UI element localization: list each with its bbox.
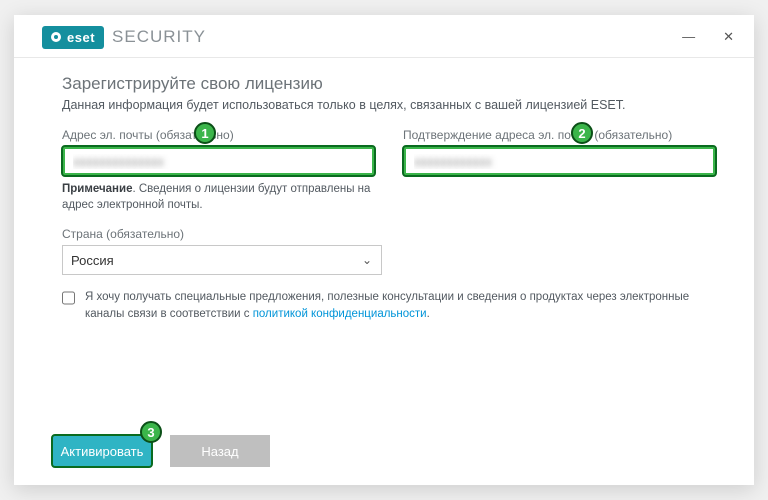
activate-wrap: Активировать 3 <box>52 435 152 467</box>
page-title: Зарегистрируйте свою лицензию <box>62 74 716 94</box>
logo-eye-icon <box>51 32 61 42</box>
email-row: Адрес эл. почты (обязательно) 1 Примечан… <box>62 128 716 213</box>
content-area: Зарегистрируйте свою лицензию Данная инф… <box>14 58 754 485</box>
callout-2: 2 <box>571 122 593 144</box>
brand-subtitle: SECURITY <box>112 27 206 47</box>
minimize-button[interactable]: — <box>678 25 699 49</box>
logo-text: eset <box>67 30 95 45</box>
footer-buttons: Активировать 3 Назад <box>14 421 754 485</box>
back-button[interactable]: Назад <box>170 435 270 467</box>
close-button[interactable]: ✕ <box>719 25 738 49</box>
back-button-label: Назад <box>201 444 238 459</box>
note-bold: Примечание <box>62 183 132 195</box>
email-column: Адрес эл. почты (обязательно) 1 Примечан… <box>62 128 375 213</box>
privacy-policy-link[interactable]: политикой конфиденциальности <box>253 308 427 320</box>
callout-1: 1 <box>194 122 216 144</box>
email-confirm-field[interactable] <box>403 146 716 176</box>
callout-3: 3 <box>140 421 162 443</box>
brand: eset SECURITY <box>42 26 206 49</box>
country-select[interactable]: Россия <box>62 245 382 275</box>
consent-text-after: . <box>427 308 430 320</box>
consent-row: Я хочу получать специальные предложения,… <box>62 289 716 322</box>
window-controls: — ✕ <box>678 25 738 49</box>
country-label: Страна (обязательно) <box>62 227 716 241</box>
email-field[interactable] <box>62 146 375 176</box>
consent-checkbox[interactable] <box>62 291 75 305</box>
email-confirm-label: Подтверждение адреса эл. почты (обязател… <box>403 128 716 142</box>
country-select-wrap: Россия ⌄ <box>62 245 382 275</box>
activate-button-label: Активировать <box>61 444 144 459</box>
titlebar: eset SECURITY — ✕ <box>14 15 754 58</box>
country-block: Страна (обязательно) Россия ⌄ <box>62 227 716 275</box>
activate-button[interactable]: Активировать <box>52 435 152 467</box>
email-note: Примечание. Сведения о лицензии будут от… <box>62 182 375 213</box>
email-label: Адрес эл. почты (обязательно) <box>62 128 375 142</box>
email-confirm-column: Подтверждение адреса эл. почты (обязател… <box>403 128 716 213</box>
consent-label: Я хочу получать специальные предложения,… <box>85 289 716 322</box>
eset-logo: eset <box>42 26 104 49</box>
page-description: Данная информация будет использоваться т… <box>62 98 716 112</box>
app-window: eset SECURITY — ✕ Зарегистрируйте свою л… <box>14 15 754 485</box>
